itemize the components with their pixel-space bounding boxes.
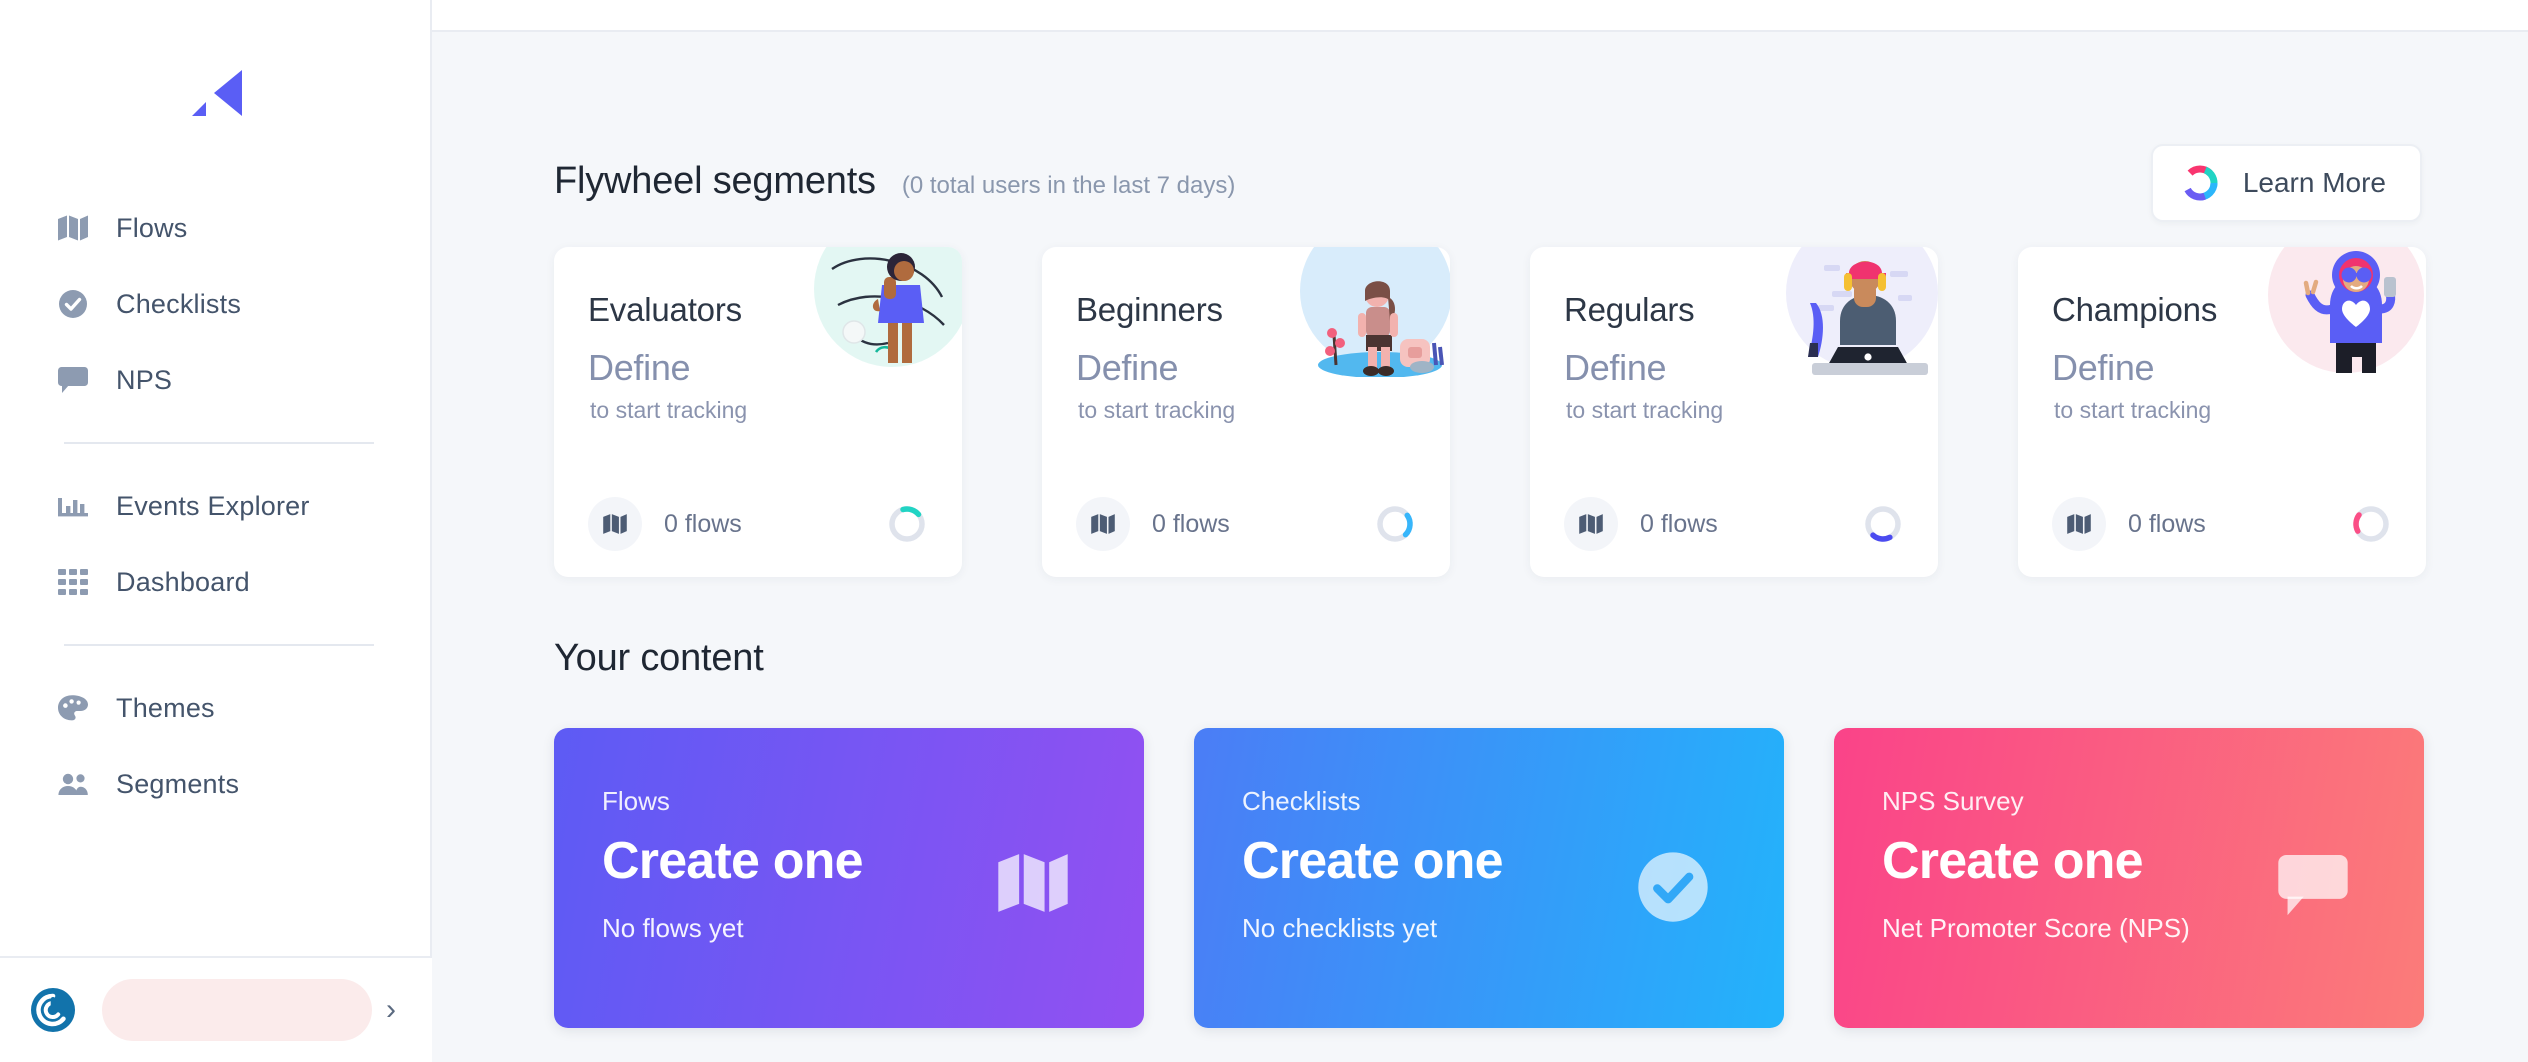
map-icon	[996, 850, 1070, 924]
page-content: Flywheel segments (0 total users in the …	[432, 32, 2528, 1062]
map-icon	[1076, 497, 1130, 551]
workspace-switcher[interactable]: ›	[0, 956, 432, 1062]
segment-card-champions[interactable]: Champions Define to start tracking 0 flo…	[2018, 247, 2426, 577]
flywheel-section-header: Flywheel segments (0 total users in the …	[432, 32, 2528, 222]
segment-flow-count: 0 flows	[1640, 509, 1718, 538]
sidebar-item-label: Dashboard	[116, 566, 250, 597]
nav-group-config: Themes Segments	[0, 670, 430, 822]
flywheel-segment-list: Evaluators Define to start tracking 0 fl…	[432, 203, 2528, 577]
woman-thinking-illustration	[792, 247, 962, 377]
segment-progress-donut	[2350, 503, 2392, 545]
app-logo[interactable]	[0, 0, 430, 190]
learn-more-label: Learn More	[2242, 167, 2386, 198]
sidebar-item-checklists[interactable]: Checklists	[0, 266, 430, 342]
segment-hint: to start tracking	[1566, 397, 1724, 423]
check-circle-icon	[1636, 850, 1710, 924]
sidebar: Flows Checklists NPS Events Explorer Das…	[0, 0, 432, 1062]
your-content-title: Your content	[554, 637, 764, 679]
map-icon	[56, 211, 90, 245]
segment-hint: to start tracking	[590, 397, 748, 423]
sidebar-item-label: Flows	[116, 212, 188, 243]
hiker-illustration	[1280, 247, 1450, 377]
segment-progress-donut	[1862, 503, 1904, 545]
users-group-icon	[56, 767, 90, 801]
segment-hint: to start tracking	[1078, 397, 1236, 423]
workspace-avatar	[30, 987, 76, 1033]
content-tile-nps[interactable]: NPS Survey Create one Net Promoter Score…	[1834, 728, 2424, 1028]
segment-card-regulars[interactable]: Regulars Define to start tracking 0 flow…	[1530, 247, 1938, 577]
person-peace-sign-illustration	[2256, 247, 2426, 377]
palette-icon	[56, 691, 90, 725]
content-tile-flows[interactable]: Flows Create one No flows yet	[554, 728, 1144, 1028]
sidebar-nav: Flows Checklists NPS Events Explorer Das…	[0, 190, 430, 822]
tile-kicker: NPS Survey	[1882, 786, 2024, 816]
grid-icon	[56, 565, 90, 599]
map-icon	[2052, 497, 2106, 551]
map-icon	[1564, 497, 1618, 551]
map-icon	[588, 497, 642, 551]
content-tile-checklists[interactable]: Checklists Create one No checklists yet	[1194, 728, 1784, 1028]
nav-group-analytics: Events Explorer Dashboard	[0, 468, 430, 620]
segment-footer: 0 flows	[2052, 497, 2392, 551]
sidebar-item-dashboard[interactable]: Dashboard	[0, 544, 430, 620]
sidebar-item-flows[interactable]: Flows	[0, 190, 430, 266]
bar-chart-icon	[56, 489, 90, 523]
flywheel-donut-icon	[2179, 162, 2221, 204]
flywheel-subtitle: (0 total users in the last 7 days)	[901, 172, 1236, 199]
top-bar	[432, 0, 2528, 32]
sidebar-divider	[64, 442, 374, 444]
segment-flow-count: 0 flows	[664, 509, 742, 538]
check-circle-icon	[56, 287, 90, 321]
chevron-right-icon[interactable]: ›	[386, 995, 404, 1025]
segment-card-beginners[interactable]: Beginners Define to start tracking 0 flo…	[1042, 247, 1450, 577]
segment-flow-count: 0 flows	[2128, 509, 2206, 538]
learn-more-button[interactable]: Learn More	[2150, 144, 2422, 222]
sidebar-item-label: Checklists	[116, 288, 242, 319]
page-title: Flywheel segments	[554, 160, 876, 202]
segment-footer: 0 flows	[588, 497, 928, 551]
tile-kicker: Checklists	[1242, 786, 1361, 816]
sidebar-item-label: Themes	[116, 692, 215, 723]
sidebar-item-events-explorer[interactable]: Events Explorer	[0, 468, 430, 544]
sidebar-item-label: Events Explorer	[116, 490, 310, 521]
speech-bubble-icon	[2276, 850, 2350, 924]
your-content-tiles: Flows Create one No flows yet Checklists…	[432, 680, 2528, 1028]
tile-kicker: Flows	[602, 786, 670, 816]
segment-progress-donut	[1374, 503, 1416, 545]
sidebar-divider	[64, 644, 374, 646]
sidebar-item-themes[interactable]: Themes	[0, 670, 430, 746]
segment-flow-count: 0 flows	[1152, 509, 1230, 538]
segment-card-evaluators[interactable]: Evaluators Define to start tracking 0 fl…	[554, 247, 962, 577]
segment-footer: 0 flows	[1076, 497, 1416, 551]
speech-bubble-icon	[56, 363, 90, 397]
flywheel-logo-icon	[184, 66, 246, 124]
segment-progress-donut	[886, 503, 928, 545]
sidebar-item-label: NPS	[116, 364, 173, 395]
main-area: Flywheel segments (0 total users in the …	[432, 0, 2528, 1062]
person-laptop-illustration	[1768, 247, 1938, 377]
workspace-name	[102, 979, 372, 1041]
nav-group-primary: Flows Checklists NPS	[0, 190, 430, 418]
sidebar-item-label: Segments	[116, 768, 240, 799]
segment-footer: 0 flows	[1564, 497, 1904, 551]
segment-hint: to start tracking	[2054, 397, 2212, 423]
sidebar-item-segments[interactable]: Segments	[0, 746, 430, 822]
sidebar-item-nps[interactable]: NPS	[0, 342, 430, 418]
